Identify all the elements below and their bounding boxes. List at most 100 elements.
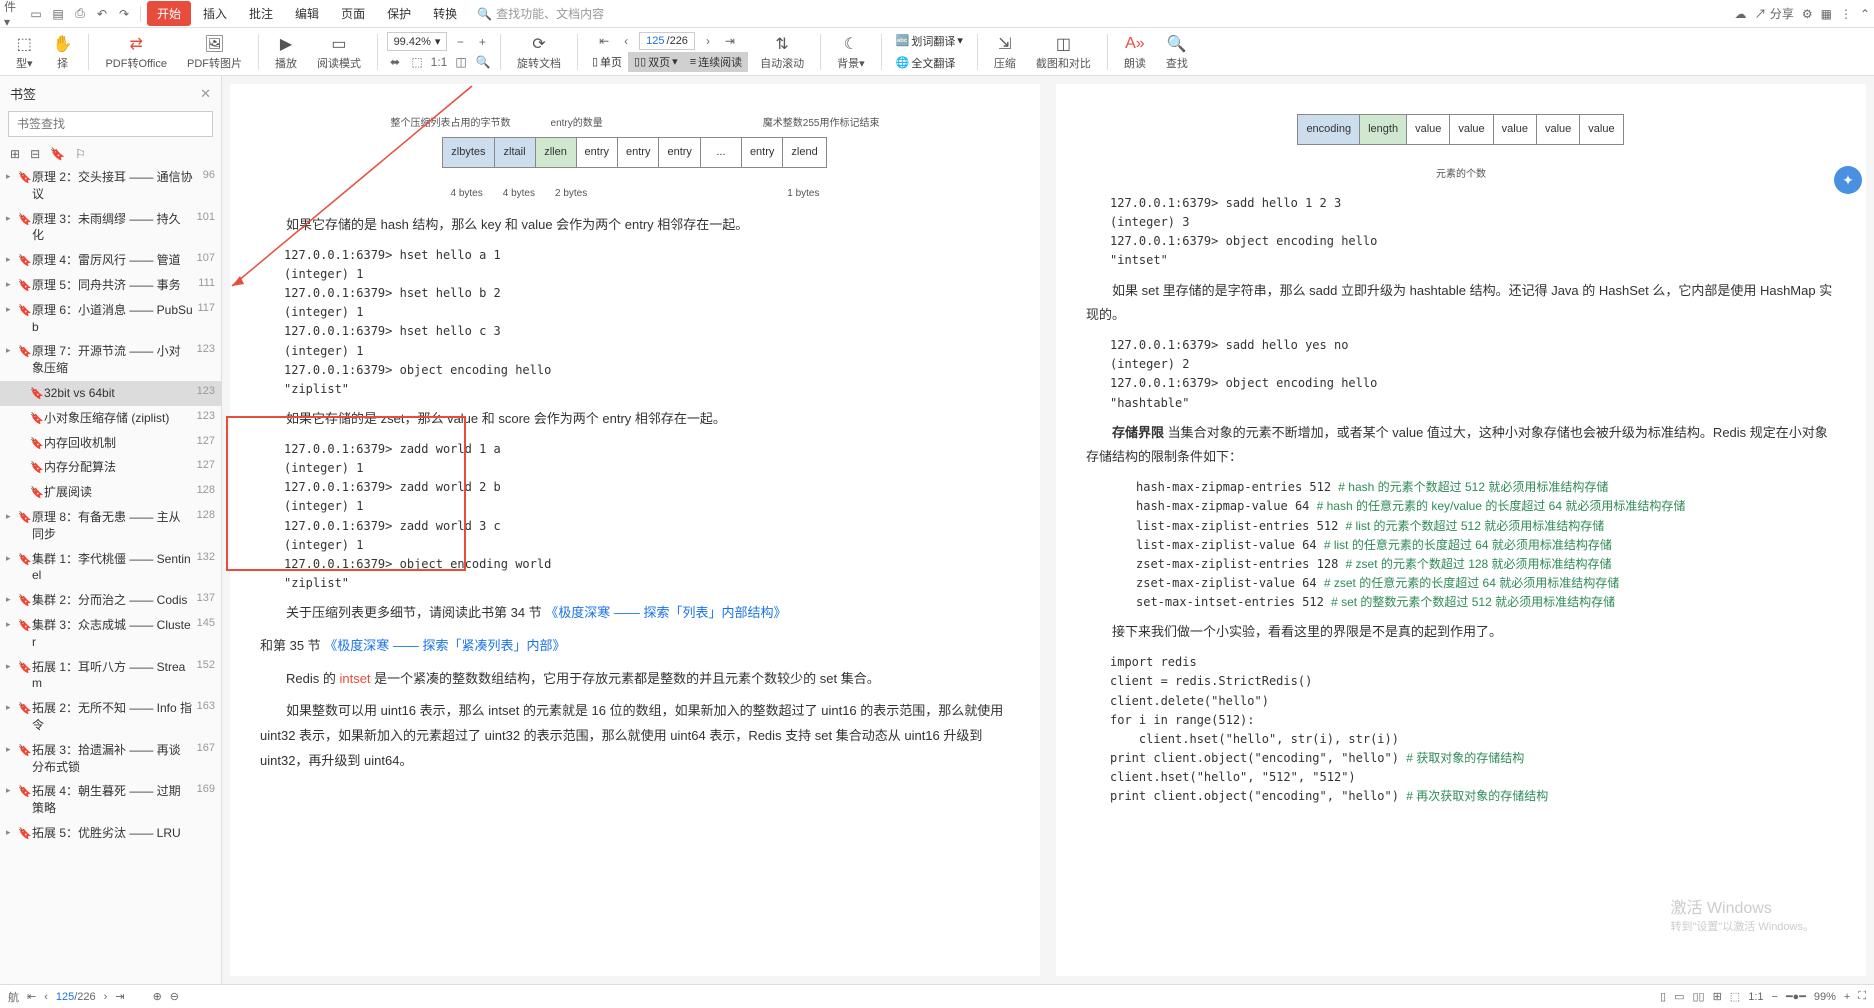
bookmark-item[interactable]: ▸🔖拓展 4：朝生暮死 —— 过期策略169 bbox=[0, 779, 221, 821]
select-mode-button[interactable]: ⬚型▾ bbox=[8, 33, 41, 71]
sb-fit-icon[interactable]: ⬚ bbox=[1730, 990, 1740, 1003]
view-mode-4-icon[interactable]: ⊞ bbox=[1713, 990, 1722, 1003]
save-icon[interactable]: ▤ bbox=[48, 4, 68, 24]
read-aloud-button[interactable]: A»朗读 bbox=[1116, 33, 1154, 71]
tab-convert[interactable]: 转换 bbox=[423, 1, 467, 26]
view-mode-1-icon[interactable]: ▯ bbox=[1660, 990, 1666, 1003]
nav-toggle-icon[interactable]: 航 bbox=[8, 989, 19, 1005]
document-viewport[interactable]: 整个压缩列表占用的字节数 entry的数量 魔术整数255用作标记结束 zlby… bbox=[222, 76, 1874, 984]
sb-prev-page-icon[interactable]: ‹ bbox=[44, 991, 48, 1003]
collapse-all-icon[interactable]: ⊟ bbox=[30, 147, 40, 161]
assistant-float-icon[interactable]: ✦ bbox=[1834, 166, 1862, 194]
find-button[interactable]: 🔍查找 bbox=[1158, 33, 1196, 71]
expand-icon[interactable]: ⌃ bbox=[1860, 7, 1870, 21]
sb-zoom-in-icon[interactable]: + bbox=[1844, 991, 1850, 1003]
close-sidebar-icon[interactable]: ✕ bbox=[200, 86, 211, 102]
bookmark-item[interactable]: ▸🔖集群 3：众志成城 —— Cluster145 bbox=[0, 613, 221, 655]
read-mode-button[interactable]: ▭阅读模式 bbox=[309, 33, 369, 71]
last-page-icon[interactable]: ⇥ bbox=[721, 32, 739, 50]
tab-protect[interactable]: 保护 bbox=[377, 1, 421, 26]
bookmark-item[interactable]: 🔖小对象压缩存储 (ziplist)123 bbox=[0, 406, 221, 431]
sb-fullscreen-icon[interactable]: ⛶ bbox=[1858, 990, 1866, 1003]
bookmark-search-input[interactable] bbox=[8, 111, 213, 137]
double-page-button[interactable]: ▯▯ 双页▾ bbox=[628, 52, 684, 72]
tab-start[interactable]: 开始 bbox=[147, 1, 191, 26]
more-icon[interactable]: ⋮ bbox=[1840, 7, 1852, 21]
sb-add-icon[interactable]: ⊕ bbox=[153, 990, 162, 1003]
sb-last-page-icon[interactable]: ⇥ bbox=[115, 990, 124, 1003]
redo-icon[interactable]: ↷ bbox=[114, 4, 134, 24]
word-translate-button[interactable]: 🔤 划词翻译▾ bbox=[890, 31, 969, 51]
cloud-icon[interactable]: ☁ bbox=[1734, 7, 1746, 21]
bookmark-item[interactable]: ▸🔖原理 6：小道消息 —— PubSub117 bbox=[0, 298, 221, 340]
print-icon[interactable]: ⎙ bbox=[70, 4, 90, 24]
sb-next-page-icon[interactable]: › bbox=[104, 991, 108, 1003]
sb-zoom-out-icon[interactable]: − bbox=[1772, 991, 1778, 1003]
tab-page[interactable]: 页面 bbox=[331, 1, 375, 26]
bookmark-item[interactable]: 🔖内存回收机制127 bbox=[0, 431, 221, 456]
bookmark-item[interactable]: ▸🔖拓展 1：耳听八方 —— Stream152 bbox=[0, 655, 221, 697]
page-input[interactable]: 125/226 bbox=[639, 32, 695, 50]
sb-1to1-icon[interactable]: 1:1 bbox=[1748, 991, 1763, 1003]
tab-edit[interactable]: 编辑 bbox=[285, 1, 329, 26]
bookmark-item[interactable]: 🔖32bit vs 64bit123 bbox=[0, 381, 221, 406]
bookmark-item[interactable]: ▸🔖拓展 3：拾遗漏补 —— 再谈分布式锁167 bbox=[0, 738, 221, 780]
bookmark-item[interactable]: ▸🔖拓展 5：优胜劣汰 —— LRU bbox=[0, 821, 221, 846]
sb-zoom-value[interactable]: 99% bbox=[1814, 991, 1836, 1003]
settings-icon[interactable]: ⚙ bbox=[1802, 7, 1813, 21]
tab-annotate[interactable]: 批注 bbox=[239, 1, 283, 26]
pdf-to-image-button[interactable]: 🖼PDF转图片 bbox=[179, 33, 250, 71]
single-page-button[interactable]: ▯ 单页 bbox=[586, 52, 628, 72]
pdf-to-office-button[interactable]: ⇄PDF转Office bbox=[97, 33, 175, 71]
screenshot-compare-button[interactable]: ◫截图和对比 bbox=[1028, 33, 1099, 71]
zoom-in-icon[interactable]: + bbox=[473, 33, 491, 51]
bookmark-item[interactable]: ▸🔖原理 5：同舟共济 —— 事务111 bbox=[0, 273, 221, 298]
bookmark-item[interactable]: 🔖扩展阅读128 bbox=[0, 480, 221, 505]
bookmark-item[interactable]: ▸🔖原理 7：开源节流 —— 小对象压缩123 bbox=[0, 339, 221, 381]
first-page-icon[interactable]: ⇤ bbox=[595, 32, 613, 50]
bookmark-item[interactable]: ▸🔖原理 2：交头接耳 —— 通信协议96 bbox=[0, 165, 221, 207]
bookmark-item[interactable]: ▸🔖原理 4：雷厉风行 —— 管道107 bbox=[0, 248, 221, 273]
fit-width-icon[interactable]: ⬌ bbox=[386, 53, 404, 71]
open-icon[interactable]: ▭ bbox=[26, 4, 46, 24]
zoom-value[interactable]: 99.42% ▾ bbox=[387, 32, 448, 51]
actual-size-icon[interactable]: 1:1 bbox=[430, 53, 448, 71]
bookmark-item[interactable]: ▸🔖集群 2：分而治之 —— Codis137 bbox=[0, 588, 221, 613]
view-mode-2-icon[interactable]: ▭ bbox=[1674, 990, 1684, 1003]
diagram-label: entry的数量 bbox=[551, 114, 603, 133]
skin-icon[interactable]: ▦ bbox=[1821, 7, 1832, 21]
next-page-icon[interactable]: › bbox=[699, 32, 717, 50]
sb-zoom-slider[interactable]: ━●━ bbox=[1786, 990, 1806, 1003]
undo-icon[interactable]: ↶ bbox=[92, 4, 112, 24]
expand-all-icon[interactable]: ⊞ bbox=[10, 147, 20, 161]
play-button[interactable]: ▶播放 bbox=[267, 33, 305, 71]
bookmark-item[interactable]: ▸🔖原理 8：有备无患 —— 主从同步128 bbox=[0, 505, 221, 547]
file-menu[interactable]: 件 ▾ bbox=[4, 4, 24, 24]
full-translate-button[interactable]: 🌐 全文翻译 bbox=[890, 53, 969, 73]
diagram-label: 元素的个数 bbox=[1436, 165, 1486, 184]
add-bookmark-icon[interactable]: 🔖 bbox=[50, 147, 65, 161]
sb-minus-icon[interactable]: ⊖ bbox=[170, 990, 179, 1003]
fit-page-icon[interactable]: ⬚ bbox=[408, 53, 426, 71]
bookmark-item[interactable]: ▸🔖原理 3：未雨绸缪 —— 持久化101 bbox=[0, 207, 221, 249]
view-mode-3-icon[interactable]: ▯▯ bbox=[1692, 990, 1704, 1003]
global-search[interactable]: 🔍 查找功能、文档内容 bbox=[477, 5, 604, 22]
marquee-zoom-icon[interactable]: ◫ bbox=[452, 53, 470, 71]
bookmark-item[interactable]: ▸🔖集群 1：李代桃僵 —— Sentinel132 bbox=[0, 547, 221, 589]
bookmark-options-icon[interactable]: ⚐ bbox=[75, 147, 86, 161]
bookmark-item[interactable]: 🔖内存分配算法127 bbox=[0, 455, 221, 480]
rotate-button[interactable]: ⟳旋转文档 bbox=[509, 33, 569, 71]
hand-tool-button[interactable]: ✋择 bbox=[45, 33, 81, 71]
bookmark-item[interactable]: ▸🔖拓展 2：无所不知 —— Info 指令163 bbox=[0, 696, 221, 738]
continuous-button[interactable]: ≡ 连续阅读 bbox=[684, 52, 748, 72]
autoscroll-button[interactable]: ⇅自动滚动 bbox=[752, 33, 812, 71]
prev-page-icon[interactable]: ‹ bbox=[617, 32, 635, 50]
share-button[interactable]: ↗ 分享 bbox=[1754, 5, 1793, 22]
compress-button[interactable]: ⇲压缩 bbox=[986, 33, 1024, 71]
loupe-icon[interactable]: 🔍 bbox=[474, 53, 492, 71]
sb-page-input[interactable]: 125/226 bbox=[56, 991, 96, 1003]
tab-insert[interactable]: 插入 bbox=[193, 1, 237, 26]
background-button[interactable]: ☾背景▾ bbox=[829, 33, 873, 71]
zoom-out-icon[interactable]: − bbox=[451, 33, 469, 51]
sb-first-page-icon[interactable]: ⇤ bbox=[27, 990, 36, 1003]
